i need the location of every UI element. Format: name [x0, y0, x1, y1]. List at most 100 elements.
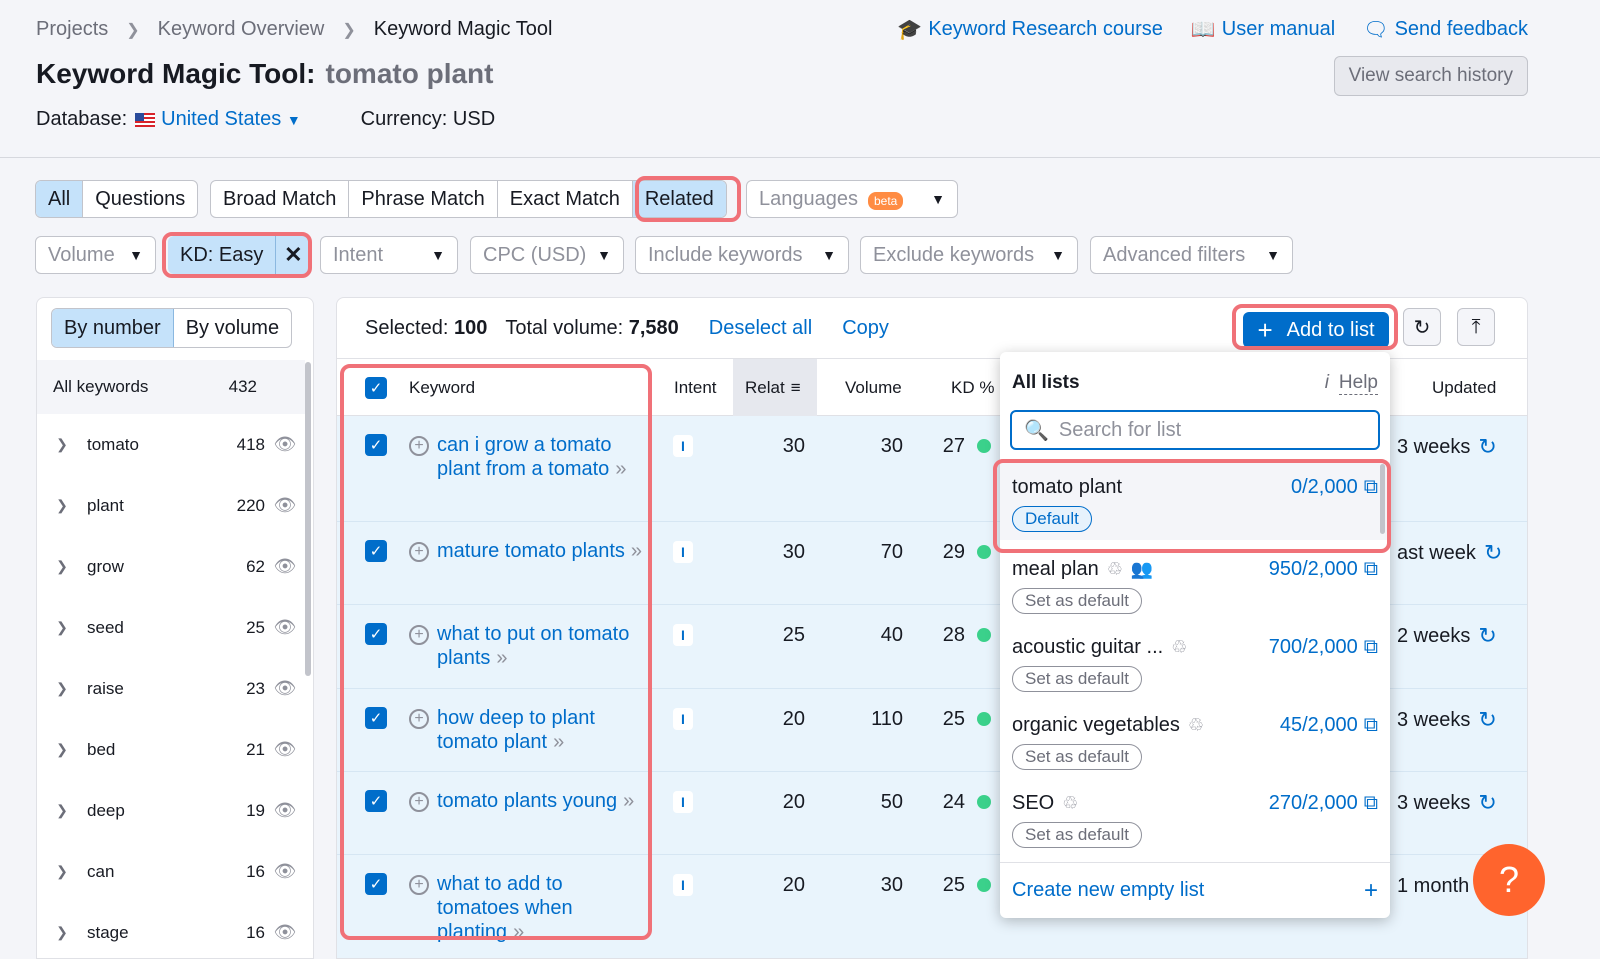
help-link[interactable]: i Help	[1325, 372, 1378, 395]
volume-value: 30	[880, 874, 903, 896]
list-search-input[interactable]: 🔍 Search for list	[1010, 410, 1380, 450]
send-feedback-link[interactable]: 🗨 Send feedback	[1363, 17, 1528, 42]
intent-filter[interactable]: Intent ▼	[320, 236, 458, 274]
eye-icon[interactable]: 👁	[265, 617, 305, 638]
tab-phrase-match[interactable]: Phrase Match	[349, 181, 498, 217]
kd-value: 25	[942, 874, 965, 896]
breadcrumb-projects[interactable]: Projects	[36, 18, 108, 41]
chevron-right-icon[interactable]: ❯	[37, 558, 87, 575]
keyword-group-name: stage	[87, 922, 129, 942]
course-link-label: Keyword Research course	[928, 18, 1163, 40]
chevron-down-icon: ▼	[597, 247, 611, 263]
keyword-list-item[interactable]: acoustic guitar ... ♲ 700/2,000 ⧉ Set as def…	[1000, 622, 1390, 700]
column-volume[interactable]: Volume	[845, 359, 902, 417]
intent-filter-label: Intent	[333, 243, 384, 266]
keyword-group-item[interactable]: ❯ tomato 418 👁	[37, 414, 305, 475]
total-volume-value: 7,580	[628, 316, 679, 339]
chevron-right-icon[interactable]: ❯	[37, 802, 87, 819]
set-as-default-button[interactable]: Set as default	[1012, 822, 1142, 848]
eye-icon[interactable]: 👁	[265, 434, 305, 455]
user-manual-link[interactable]: 📖 User manual	[1191, 17, 1335, 42]
chevron-right-icon[interactable]: ❯	[37, 436, 87, 453]
keyword-list-item[interactable]: organic vegetables ♲ 45/2,000 ⧉ Set as defau…	[1000, 700, 1390, 778]
updated-value: 2 weeks	[1397, 624, 1471, 647]
include-keywords-filter[interactable]: Include keywords ▼	[635, 236, 849, 274]
refresh-button[interactable]: ↻	[1403, 308, 1441, 346]
chevron-right-icon[interactable]: ❯	[37, 924, 87, 941]
sidebar-scrollbar[interactable]	[305, 362, 311, 676]
tab-all[interactable]: All	[36, 181, 84, 217]
export-button[interactable]: ⤒	[1457, 308, 1495, 346]
by-volume-button[interactable]: By volume	[174, 309, 291, 347]
volume-filter[interactable]: Volume ▼	[35, 236, 156, 274]
keyword-group-name: plant	[87, 495, 124, 515]
eye-icon[interactable]: 👁	[265, 678, 305, 699]
eye-icon[interactable]: 👁	[265, 495, 305, 516]
breadcrumb-keyword-overview[interactable]: Keyword Overview	[158, 18, 325, 41]
languages-dropdown[interactable]: Languages beta ▼	[746, 180, 958, 218]
refresh-icon[interactable]: ↻	[1478, 707, 1496, 733]
keyword-group-name: bed	[87, 739, 116, 759]
title-query: tomato plant	[325, 58, 494, 89]
refresh-icon[interactable]: ↻	[1478, 434, 1496, 460]
chevron-right-icon[interactable]: ❯	[37, 680, 87, 697]
highlight-tomato-plant-list	[993, 459, 1391, 553]
set-as-default-button[interactable]: Set as default	[1012, 666, 1142, 692]
eye-icon[interactable]: 👁	[265, 556, 305, 577]
external-link-icon[interactable]: ⧉	[1364, 636, 1378, 659]
column-intent[interactable]: Intent	[674, 359, 717, 417]
refresh-icon[interactable]: ↻	[1478, 623, 1496, 649]
deselect-all-link[interactable]: Deselect all	[709, 317, 812, 340]
tab-exact-match[interactable]: Exact Match	[498, 181, 633, 217]
eye-icon[interactable]: 👁	[265, 739, 305, 760]
external-link-icon[interactable]: ⧉	[1364, 792, 1378, 815]
eye-icon[interactable]: 👁	[265, 861, 305, 882]
external-link-icon[interactable]: ⧉	[1364, 558, 1378, 581]
keyword-list-item[interactable]: meal plan ♲ 👥 950/2,000 ⧉ Set as default	[1000, 544, 1390, 622]
create-list-button[interactable]: Create new empty list +	[1000, 862, 1390, 918]
keyword-group-item[interactable]: ❯ deep 19 👁	[37, 780, 305, 841]
eye-icon[interactable]: 👁	[265, 922, 305, 943]
eye-icon[interactable]: 👁	[265, 800, 305, 821]
keyword-group-count: 418	[236, 434, 265, 454]
chevron-right-icon[interactable]: ❯	[37, 497, 87, 514]
cpc-filter[interactable]: CPC (USD) ▼	[470, 236, 624, 274]
keyword-group-item[interactable]: ❯ bed 21 👁	[37, 719, 305, 780]
keyword-group-item[interactable]: ❯ raise 23 👁	[37, 658, 305, 719]
set-as-default-button[interactable]: Set as default	[1012, 588, 1142, 614]
top-links: 🎓 Keyword Research course 📖 User manual 🗨 S…	[897, 17, 1528, 42]
keyword-group-item[interactable]: ❯ seed 25 👁	[37, 597, 305, 658]
column-updated[interactable]: Updated	[1432, 359, 1496, 417]
all-keywords-item[interactable]: All keywords 432	[37, 360, 305, 414]
chevron-right-icon[interactable]: ❯	[37, 741, 87, 758]
title-label: Keyword Magic Tool:	[36, 58, 316, 89]
copy-link[interactable]: Copy	[842, 317, 889, 340]
course-link[interactable]: 🎓 Keyword Research course	[897, 17, 1162, 42]
exclude-keywords-filter[interactable]: Exclude keywords ▼	[860, 236, 1078, 274]
by-number-button[interactable]: By number	[52, 309, 174, 347]
kd-easy-dot	[977, 878, 991, 892]
advanced-filters[interactable]: Advanced filters ▼	[1090, 236, 1293, 274]
chevron-right-icon[interactable]: ❯	[37, 619, 87, 636]
keyword-group-item[interactable]: ❯ plant 220 👁	[37, 475, 305, 536]
external-link-icon[interactable]: ⧉	[1364, 714, 1378, 737]
tab-broad-match[interactable]: Broad Match	[211, 181, 350, 217]
help-fab-button[interactable]: ?	[1473, 844, 1545, 916]
refresh-icon[interactable]: ↻	[1478, 790, 1496, 816]
tab-questions[interactable]: Questions	[83, 181, 197, 217]
keyword-group-item[interactable]: ❯ grow 62 👁	[37, 536, 305, 597]
keyword-group-item[interactable]: ❯ can 16 👁	[37, 841, 305, 902]
keyword-group-count: 25	[246, 617, 265, 637]
column-related[interactable]: Relat ≡	[733, 359, 817, 417]
refresh-icon[interactable]: ↻	[1484, 540, 1502, 566]
column-kd[interactable]: KD %	[951, 359, 994, 417]
keyword-group-item[interactable]: ❯ stage 16 👁	[37, 902, 305, 959]
database-select[interactable]: United States ▼	[161, 108, 301, 131]
intent-badge: I	[673, 791, 693, 813]
set-as-default-button[interactable]: Set as default	[1012, 744, 1142, 770]
group-sort-toggle: By number By volume	[51, 308, 293, 348]
kd-easy-dot	[977, 545, 991, 559]
view-search-history-button[interactable]: View search history	[1333, 56, 1528, 96]
keyword-list-item[interactable]: SEO ♲ 270/2,000 ⧉ Set as default	[1000, 778, 1390, 856]
chevron-right-icon[interactable]: ❯	[37, 863, 87, 880]
